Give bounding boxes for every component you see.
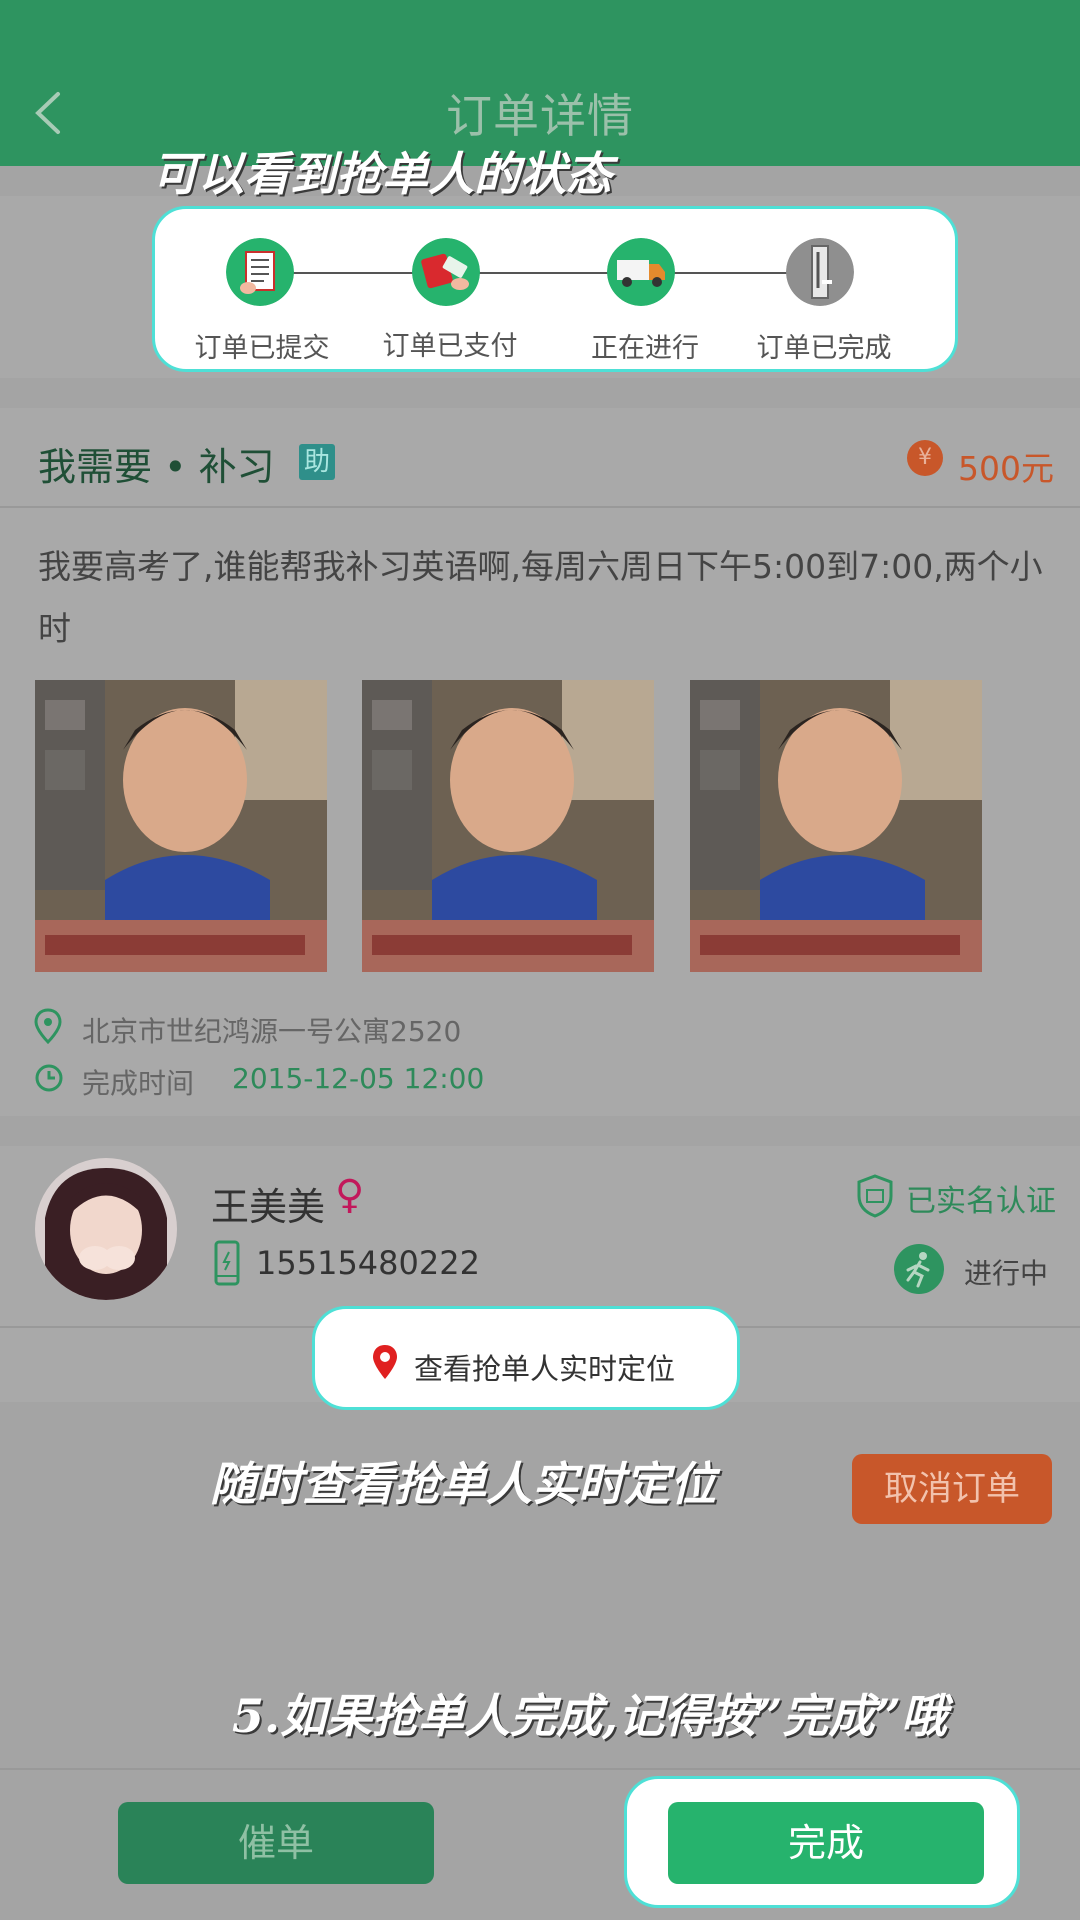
status-annotation: 可以看到抢单人的状态 [152, 147, 612, 201]
step-label-submitted: 订单已提交 [194, 333, 330, 364]
location-pin-icon [34, 1008, 62, 1044]
location-annotation: 随时查看抢单人实时定位 [210, 1457, 716, 1511]
order-address: 北京市世纪鸿源一号公寓2520 [82, 1015, 462, 1048]
complete-button[interactable]: 完成 [668, 1802, 984, 1884]
completed-icon [786, 238, 854, 306]
running-person-icon [894, 1244, 944, 1294]
order-title-divider [0, 506, 1080, 508]
truck-icon [607, 238, 675, 306]
order-photo[interactable] [35, 680, 327, 972]
order-photo[interactable] [690, 680, 982, 972]
payment-icon [412, 238, 480, 306]
verified-shield-icon [857, 1174, 893, 1218]
grabber-phone[interactable]: 15515480222 [256, 1244, 480, 1282]
step-label-paid: 订单已支付 [382, 331, 518, 362]
step-label-in-progress: 正在进行 [591, 333, 699, 364]
completion-time-value: 2015-12-05 12:00 [232, 1062, 485, 1095]
document-icon [226, 238, 294, 306]
price-icon: ¥ [907, 440, 943, 476]
avatar[interactable] [35, 1158, 177, 1300]
order-title: 我需要 • 补习 [38, 445, 275, 489]
step-connector-line [262, 272, 820, 274]
footer-divider [0, 1768, 1080, 1770]
phone-icon [214, 1240, 240, 1286]
red-location-pin-icon [373, 1345, 397, 1379]
completion-time-label: 完成时间 [82, 1067, 195, 1100]
verified-label: 已实名认证 [906, 1184, 1056, 1219]
order-photo[interactable] [362, 680, 654, 972]
grabber-status: 进行中 [964, 1257, 1049, 1290]
step-label-completed: 订单已完成 [756, 333, 892, 364]
price-value: 500元 [958, 449, 1054, 488]
clock-icon [35, 1064, 63, 1092]
cancel-order-button[interactable]: 取消订单 [852, 1454, 1052, 1524]
page-title: 订单详情 [446, 89, 634, 143]
female-gender-icon: ♀ [335, 1172, 365, 1218]
complete-annotation: 5.如果抢单人完成,记得按”完成”哦 [232, 1689, 947, 1743]
order-description: 我要高考了,谁能帮我补习英语啊,每周六周日下午5:00到7:00,两个小时 [38, 547, 1043, 648]
urge-order-button[interactable]: 催单 [118, 1802, 434, 1884]
grabber-name: 王美美 [211, 1185, 326, 1229]
realtime-location-label: 查看抢单人实时定位 [414, 1352, 676, 1386]
help-badge: 助 [299, 444, 335, 480]
